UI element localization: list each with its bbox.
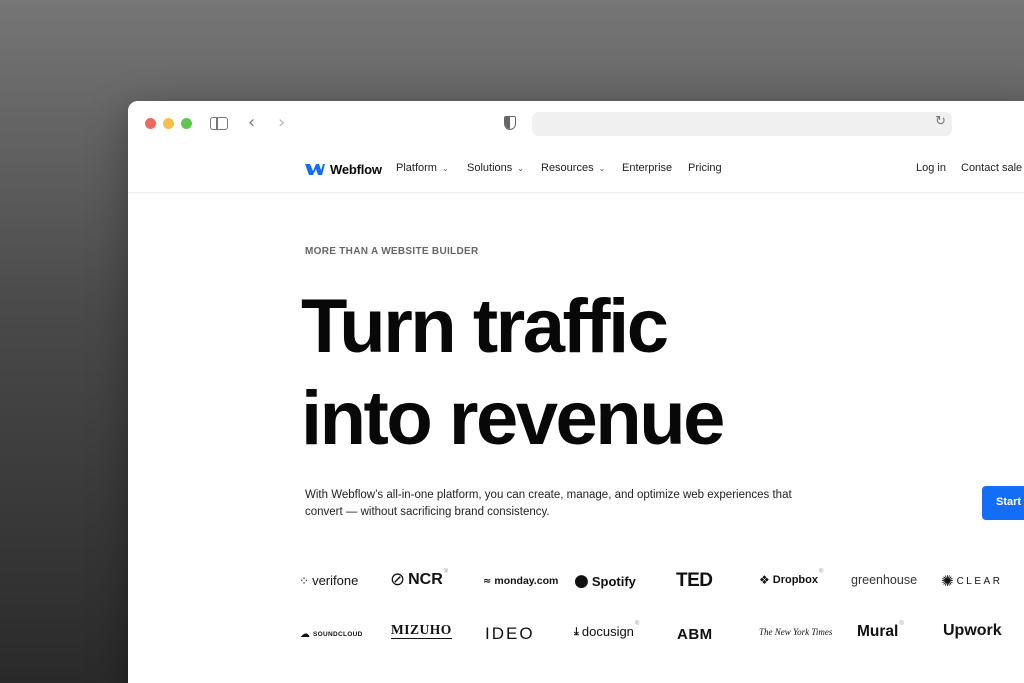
address-bar[interactable]: ↻ [532, 112, 952, 136]
browser-toolbar: ‹ › ↻ [128, 101, 1024, 145]
brand-name: Webflow [330, 161, 382, 177]
logo-verifone: ⁘ verifone [299, 573, 359, 588]
logo-ncr: ⊘ NCR ® [390, 568, 449, 591]
hero-headline: Turn traffic into revenue [301, 281, 725, 465]
logo-abm: ABM [677, 626, 713, 643]
dropbox-mark-icon: ❖ [759, 573, 770, 587]
soundcloud-mark-icon: ☁ [300, 629, 310, 640]
webflow-logo-mark [305, 164, 325, 175]
site-navbar: Webflow Platform ⌄ Solutions ⌄ Resources… [128, 145, 1024, 193]
spotify-mark-icon: ● [574, 571, 589, 591]
zoom-window-button[interactable] [181, 118, 192, 129]
contact-sales-link[interactable]: Contact sale [961, 162, 1022, 174]
logo-monday: ≈ monday.com [483, 575, 559, 587]
headline-line-2: into revenue [301, 376, 725, 461]
logo-clear: ✺ CLEAR [941, 572, 1003, 590]
docusign-mark-icon: ⤓ [574, 624, 579, 638]
chevron-down-icon: ⌄ [517, 163, 524, 173]
logo-mizuho: MIZUHO [391, 622, 452, 639]
clear-mark-icon: ✺ [941, 572, 954, 590]
chevron-left-icon[interactable]: ‹ [248, 113, 255, 133]
nav-item-label: Solutions [467, 162, 513, 174]
minimize-window-button[interactable] [163, 118, 174, 129]
reload-icon[interactable]: ↻ [935, 114, 946, 129]
webflow-logo[interactable]: Webflow [305, 160, 382, 178]
headline-line-1: Turn traffic [301, 284, 669, 369]
shield-icon[interactable] [504, 116, 516, 130]
chevron-down-icon: ⌄ [441, 163, 449, 173]
logo-dropbox: ❖ Dropbox ® [759, 569, 824, 587]
hero-eyebrow: MORE THAN A WEBSITE BUILDER [305, 246, 479, 257]
logo-ideo: IDEO [485, 624, 535, 643]
logo-spotify: ● Spotify [574, 571, 636, 591]
logo-ted: TED [676, 570, 713, 591]
start-button[interactable]: Start [982, 486, 1024, 520]
logo-docusign: ⤓ docusign ® [574, 620, 640, 640]
nav-item-label: Resources [541, 162, 594, 174]
logo-soundcloud: ☁ SOUNDCLOUD [300, 629, 363, 640]
logo-upwork: Upwork [943, 622, 1002, 639]
logo-mural: Mural ® [857, 621, 904, 640]
hero-subtext: With Webflow’s all-in-one platform, you … [305, 489, 792, 518]
chevron-right-icon[interactable]: › [278, 113, 285, 133]
nav-item-solutions[interactable]: Solutions ⌄ [467, 162, 524, 174]
nav-item-enterprise[interactable]: Enterprise [622, 162, 672, 174]
sidebar-icon[interactable] [210, 117, 228, 130]
chevron-down-icon: ⌄ [598, 163, 606, 173]
browser-window: ‹ › ↻ Webflow Platform ⌄ Solutions ⌄ Res… [128, 101, 1024, 683]
close-window-button[interactable] [145, 118, 156, 129]
logo-greenhouse: greenhouse [851, 573, 918, 587]
nav-item-platform[interactable]: Platform ⌄ [396, 162, 449, 174]
logo-nytimes: The New York Times [759, 627, 833, 637]
nav-item-label: Enterprise [622, 162, 673, 174]
nav-item-label: Platform [396, 162, 437, 174]
login-link[interactable]: Log in [916, 162, 946, 174]
nav-item-resources[interactable]: Resources ⌄ [541, 162, 605, 174]
nav-item-pricing[interactable]: Pricing [688, 162, 722, 174]
ncr-mark-icon: ⊘ [390, 569, 406, 590]
nav-item-label: Pricing [688, 162, 722, 174]
verifone-mark-icon: ⁘ [299, 573, 310, 588]
monday-mark-icon: ≈ [483, 575, 492, 587]
